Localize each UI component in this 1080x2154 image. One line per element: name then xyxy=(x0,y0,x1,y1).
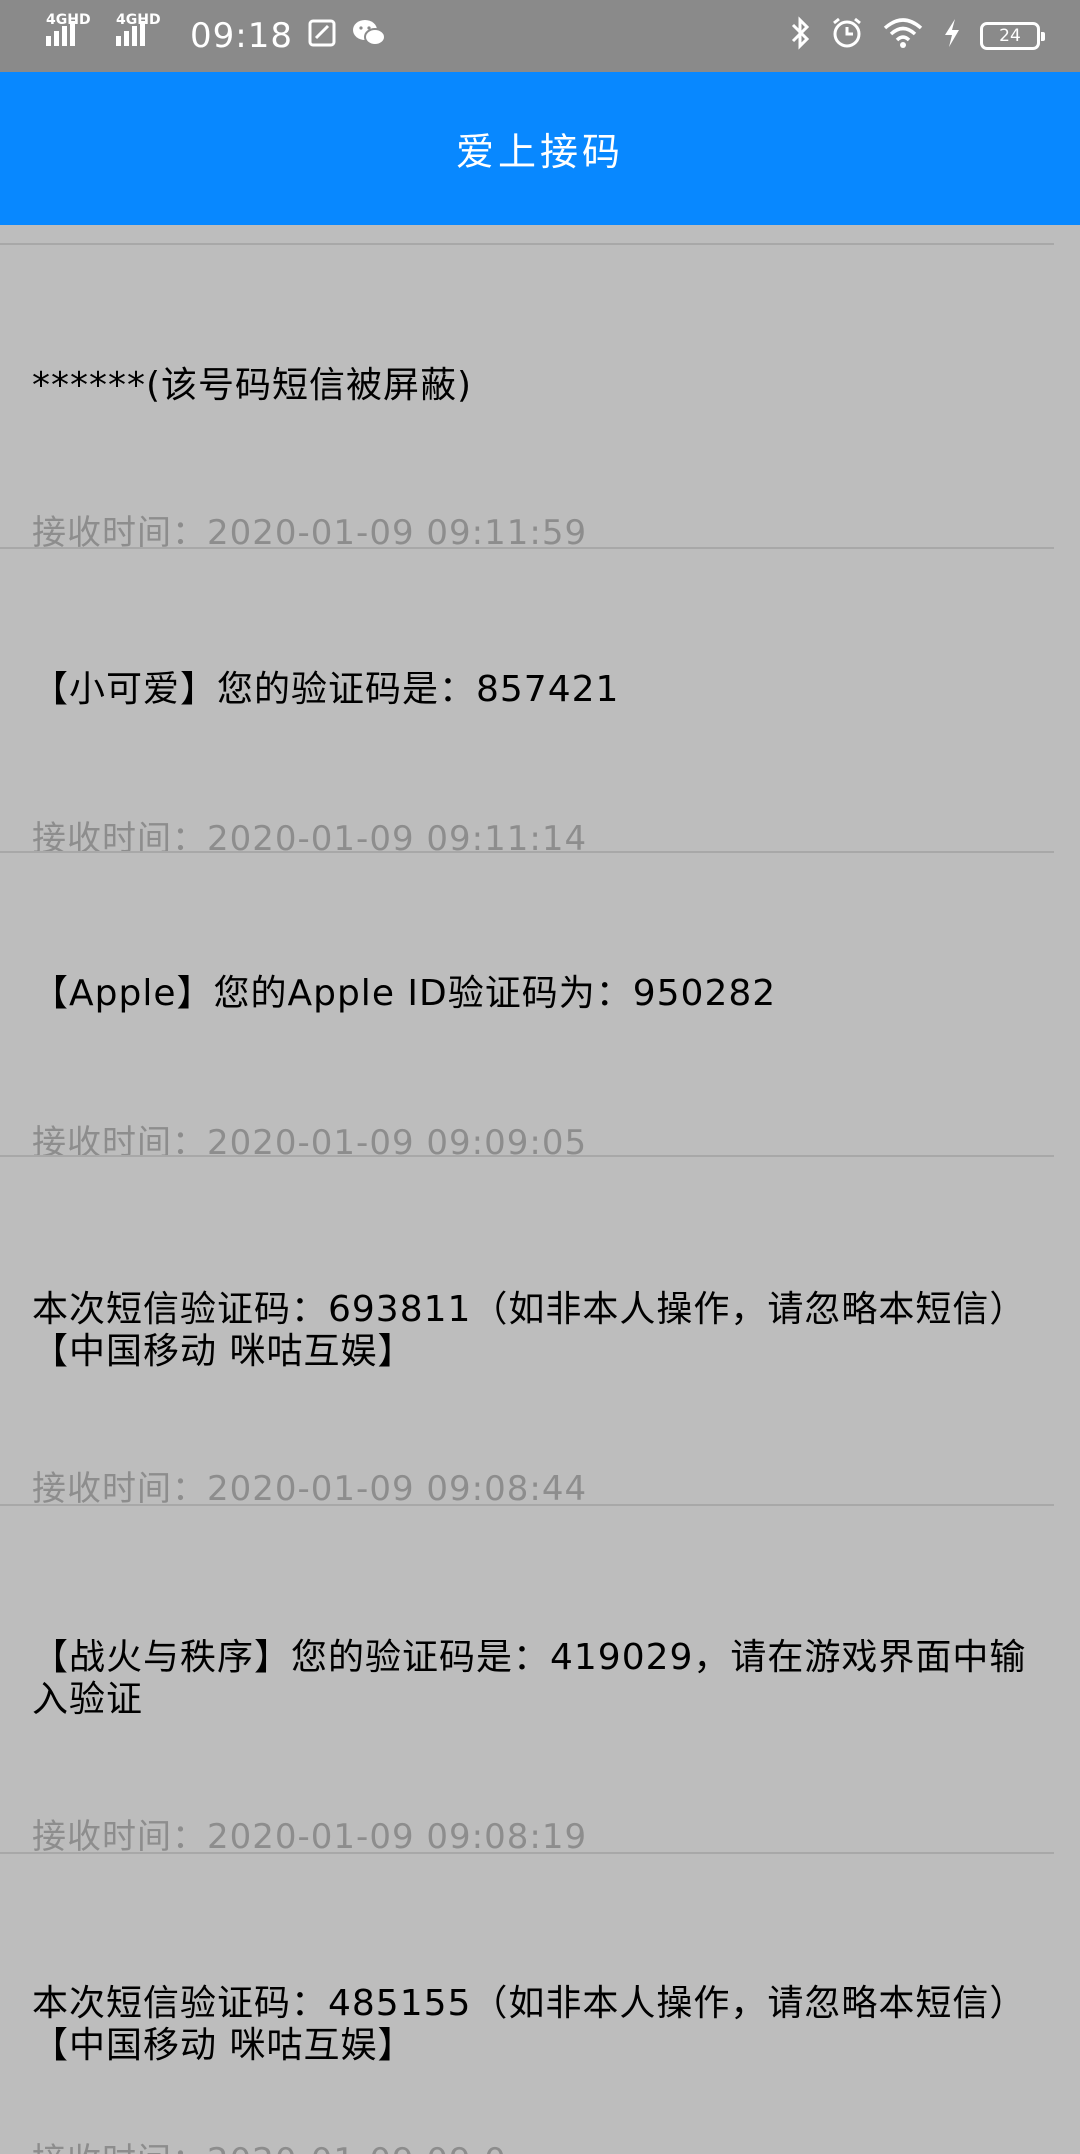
receive-time-label: 接收时间： xyxy=(32,1817,207,1857)
list-item[interactable]: 【战火与秩序】您的验证码是：419029，请在游戏界面中输入验证 接收时间：20… xyxy=(0,1505,1080,1857)
receive-time-value: 2020-01-09 09:08:19 xyxy=(207,1817,588,1857)
message-text: 【小可爱】您的验证码是：857421 xyxy=(32,669,620,710)
list-item[interactable]: 【小可爱】您的验证码是：857421 接收时间：2020-01-09 09:11… xyxy=(0,549,1080,859)
list-item[interactable]: ******(该号码短信被屏蔽) 接收时间：2020-01-09 09:11:5… xyxy=(0,245,1080,553)
message-text: 本次短信验证码：693811（如非本人操作，请忽略本短信）【中国移动 咪咕互娱】 xyxy=(32,1289,1027,1372)
screenshot-icon xyxy=(307,18,337,54)
receive-time-label: 接收时间： xyxy=(32,1469,207,1509)
alarm-icon xyxy=(830,16,864,56)
list-item[interactable]: 本次短信验证码：693811（如非本人操作，请忽略本短信）【中国移动 咪咕互娱】… xyxy=(0,1157,1080,1509)
charging-icon xyxy=(942,17,962,55)
receive-time-value: 2020-01-09 09:08:44 xyxy=(207,1469,588,1509)
message-text: 【战火与秩序】您的验证码是：419029，请在游戏界面中输入验证 xyxy=(32,1637,1027,1720)
clock: 09:18 xyxy=(190,16,293,56)
signal-1-icon: 4GHD xyxy=(46,12,102,56)
status-bar: 4GHD 4GHD 09:18 24 xyxy=(0,0,1080,72)
receive-time: 接收时间：2020-01-09 09:08:44 xyxy=(32,1461,587,1510)
wifi-icon xyxy=(882,17,924,55)
app-bar: 爱上接码 xyxy=(0,72,1080,225)
message-list[interactable]: ******(该号码短信被屏蔽) 接收时间：2020-01-09 09:11:5… xyxy=(0,225,1080,2154)
list-item[interactable]: 本次短信验证码：485155（如非本人操作，请忽略本短信）【中国移动 咪咕互娱】… xyxy=(0,1853,1080,2154)
message-text: 本次短信验证码：485155（如非本人操作，请忽略本短信）【中国移动 咪咕互娱】 xyxy=(32,1983,1027,2066)
receive-time: 接收时间：2020-01-09 09:0 xyxy=(32,2133,507,2154)
message-text: 【Apple】您的Apple ID验证码为：950282 xyxy=(32,973,777,1014)
list-item[interactable]: 【Apple】您的Apple ID验证码为：950282 接收时间：2020-0… xyxy=(0,853,1080,1163)
battery-level: 24 xyxy=(999,26,1021,46)
network-type-2: 4GHD xyxy=(116,12,161,28)
receive-time-label: 接收时间： xyxy=(32,2141,207,2154)
bluetooth-icon xyxy=(790,16,812,56)
battery-icon: 24 xyxy=(980,22,1045,50)
wechat-icon xyxy=(351,17,387,55)
signal-2-icon: 4GHD xyxy=(116,12,172,56)
network-type-1: 4GHD xyxy=(46,12,91,28)
receive-time: 接收时间：2020-01-09 09:08:19 xyxy=(32,1809,587,1858)
page-title: 爱上接码 xyxy=(455,130,624,174)
receive-time-value: 2020-01-09 09:0 xyxy=(207,2141,507,2154)
message-text: ******(该号码短信被屏蔽) xyxy=(32,365,473,406)
